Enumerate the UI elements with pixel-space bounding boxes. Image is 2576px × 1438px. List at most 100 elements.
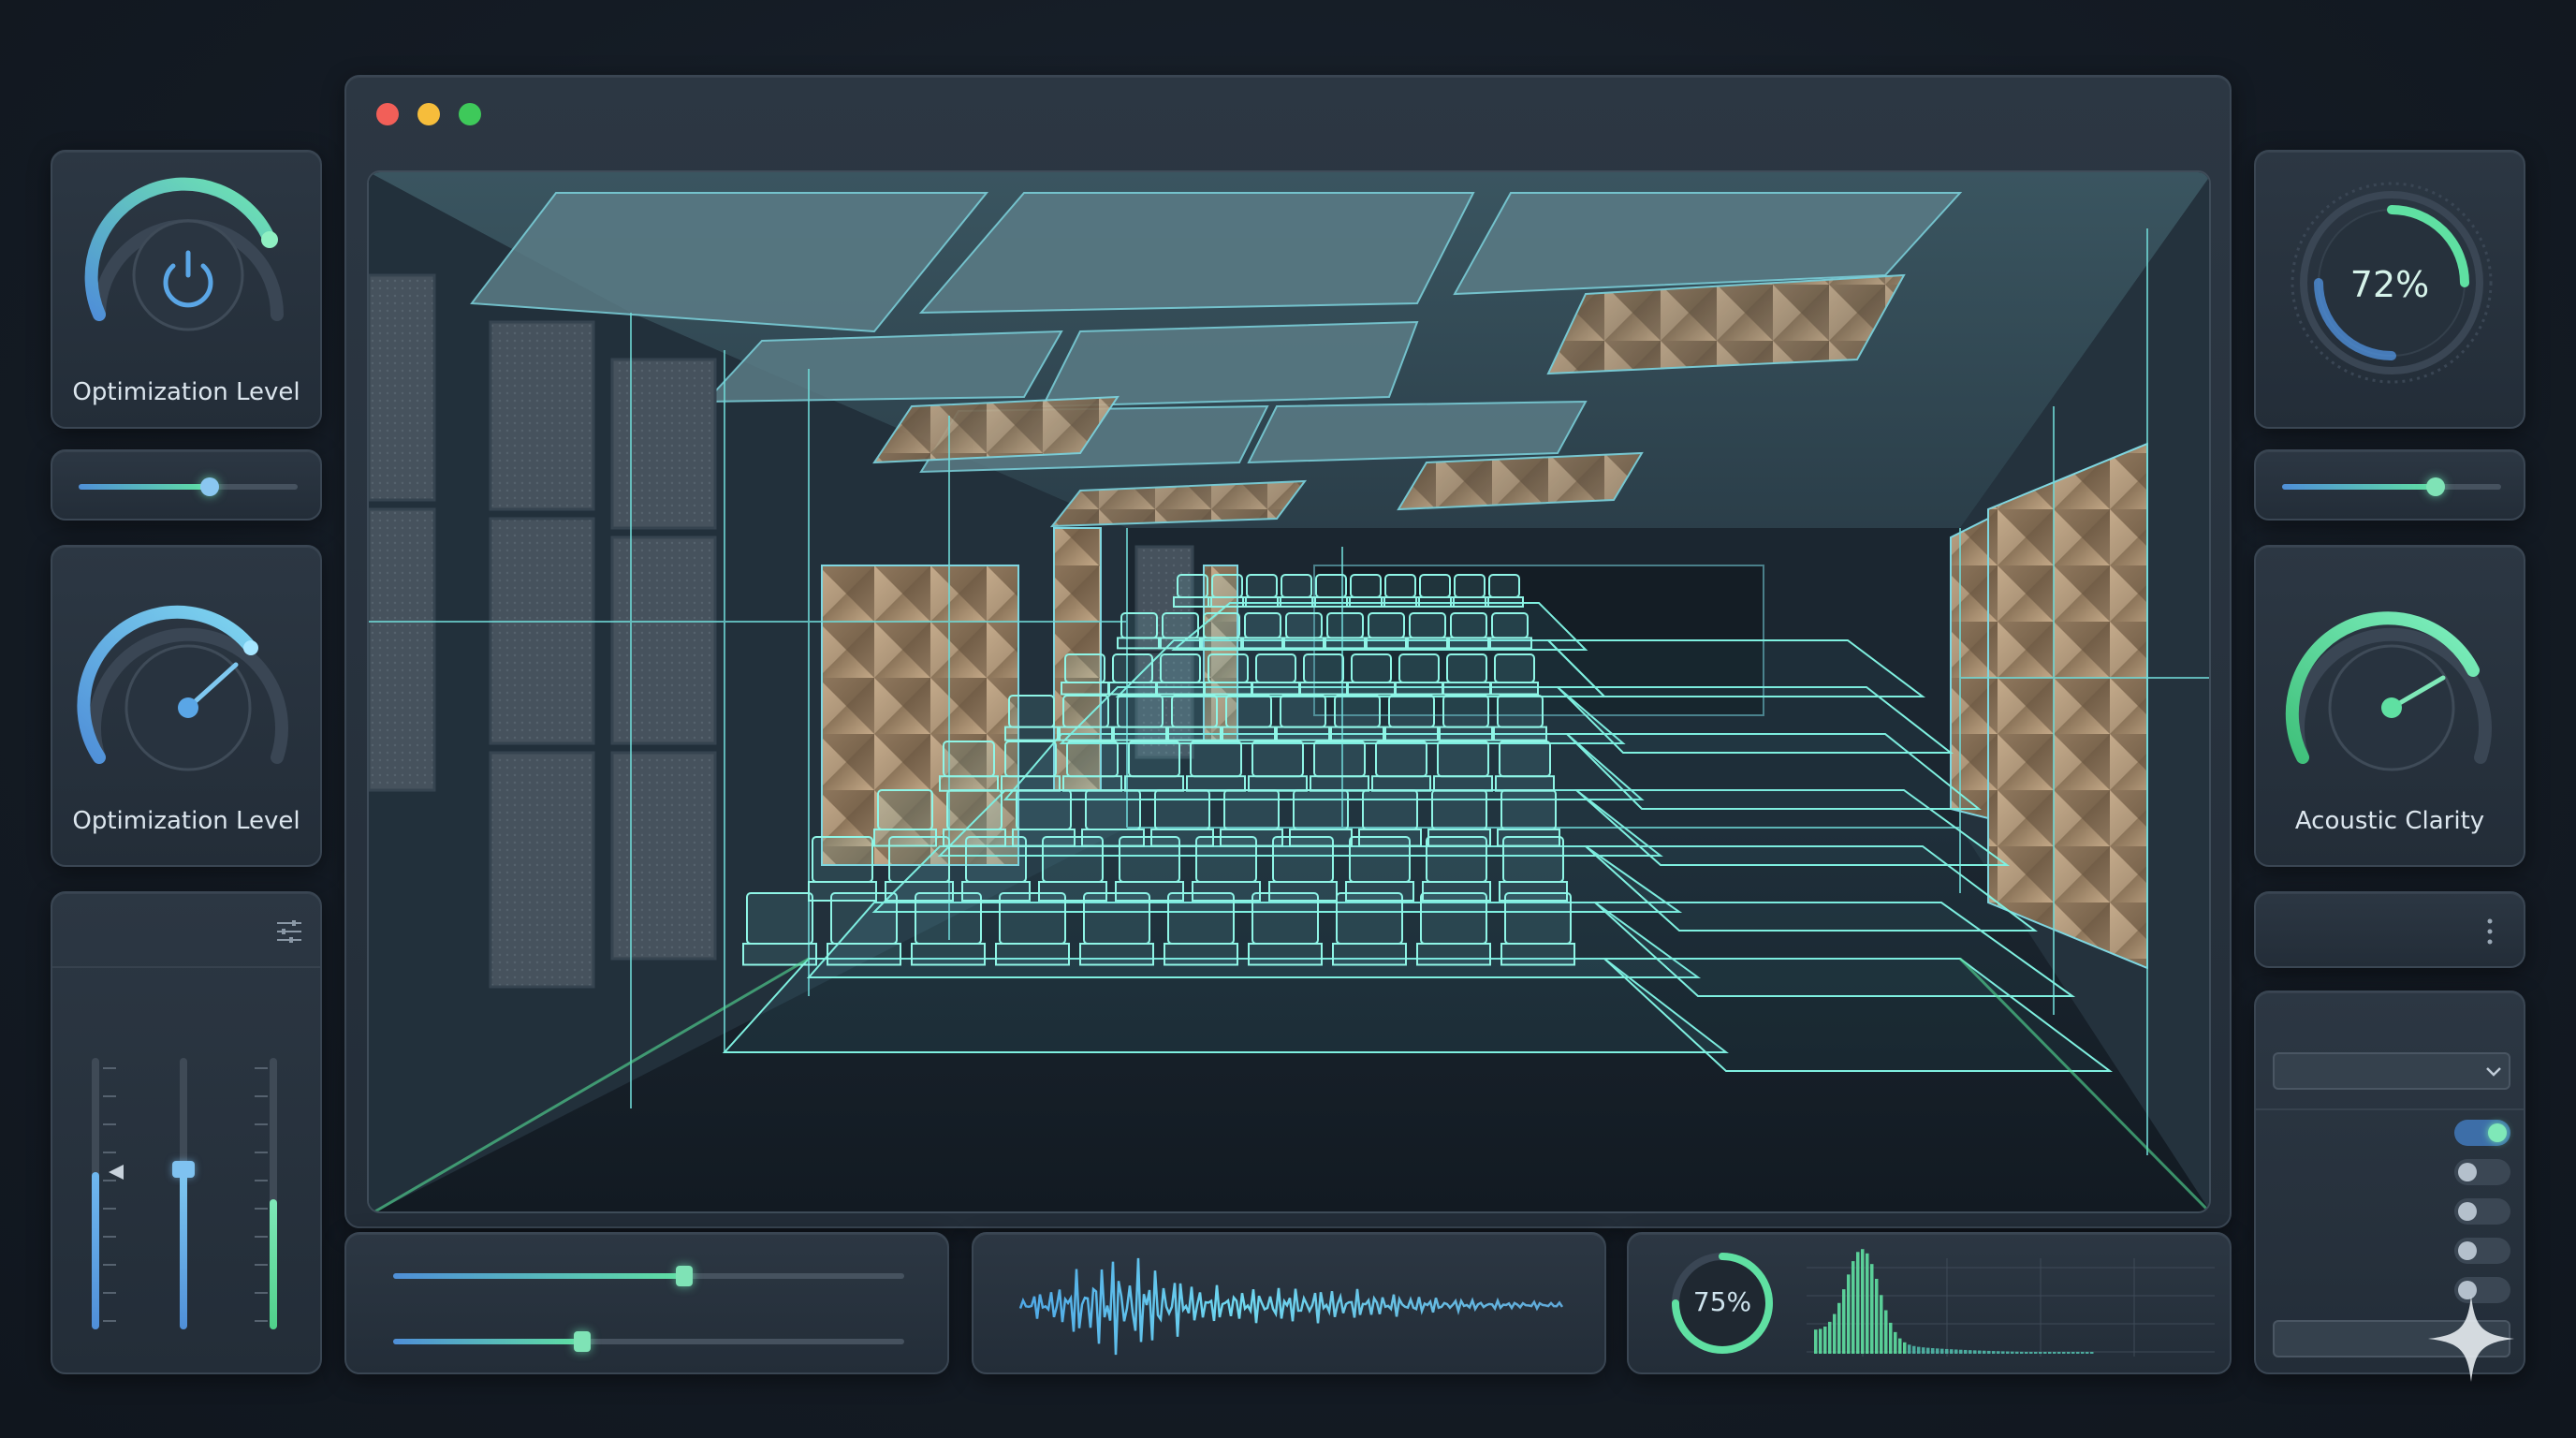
seat-cushion-wireframe [1173, 596, 1212, 608]
histogram-bar [1978, 1350, 1982, 1354]
histogram-bar [1908, 1344, 1911, 1354]
histogram-bar [1889, 1322, 1893, 1354]
mixer-channel-2-handle[interactable] [172, 1161, 195, 1178]
histogram-bar [1894, 1331, 1897, 1354]
theater-3d-viewport[interactable] [367, 170, 2211, 1213]
toggle-4[interactable] [2454, 1238, 2510, 1264]
histogram-bar [1926, 1347, 1930, 1354]
left-slider-handle[interactable] [200, 477, 220, 496]
seat-cushion-wireframe [995, 943, 1070, 966]
mixer-channel-1-marker[interactable] [107, 1163, 125, 1181]
right-slider[interactable] [2282, 477, 2501, 496]
seat-wireframe [1160, 653, 1201, 683]
seat-cushion-wireframe [1012, 829, 1076, 847]
seat-wireframe [1008, 695, 1055, 728]
more-vertical-icon[interactable] [2484, 917, 2496, 946]
histogram-bar [1912, 1345, 1916, 1354]
window-close-button[interactable] [376, 103, 399, 125]
settings-select[interactable] [2273, 1052, 2510, 1090]
seat-wireframe [1303, 653, 1344, 683]
left-slider[interactable] [79, 477, 298, 496]
seat-wireframe [1431, 789, 1487, 830]
seat-cushion-wireframe [1433, 775, 1493, 792]
settings-divider [2256, 1108, 2524, 1110]
toggle-2[interactable] [2454, 1159, 2510, 1185]
seat-cushion-wireframe [1384, 726, 1439, 741]
seat-cushion-wireframe [1001, 775, 1061, 792]
optimization-gauge-panel: Optimization Level [51, 150, 322, 429]
histogram-bar [1983, 1350, 1986, 1354]
histogram-bar [2071, 1352, 2075, 1354]
seat-cushion-wireframe [1277, 596, 1316, 608]
seat-cushion-wireframe [1113, 726, 1167, 741]
right-slider-handle[interactable] [2425, 477, 2445, 496]
acoustic-clarity-panel: Acoustic Clarity [2254, 545, 2525, 867]
seat-cushion-wireframe [1081, 829, 1145, 847]
seat-cushion-wireframe [1158, 637, 1203, 650]
histogram-bar [1973, 1350, 1977, 1354]
toggle-1[interactable] [2454, 1120, 2510, 1146]
seat-wireframe [1293, 789, 1349, 830]
histogram-bar [1833, 1313, 1837, 1354]
mixer-channel-2[interactable] [172, 1058, 200, 1329]
histogram-bar [2043, 1352, 2047, 1354]
histogram-bar [2053, 1352, 2056, 1354]
mixer-channel-3[interactable] [255, 1058, 283, 1329]
window-minimize-button[interactable] [417, 103, 440, 125]
seat-cushion-wireframe [1442, 682, 1491, 696]
histogram-bar [2090, 1352, 2094, 1354]
seat-cushion-wireframe [961, 881, 1031, 902]
seat-cushion-wireframe [1371, 775, 1431, 792]
histogram-bar [1950, 1349, 1954, 1354]
seat-wireframe [1285, 612, 1323, 639]
seat-cushion-wireframe [1345, 881, 1414, 902]
bottom-slider-2[interactable] [393, 1331, 904, 1352]
seat-cushion-wireframe [939, 775, 999, 792]
window-maximize-button[interactable] [459, 103, 481, 125]
seat-cushion-wireframe [1347, 682, 1396, 696]
histogram-bar [1954, 1349, 1958, 1354]
seat-wireframe [943, 741, 995, 778]
seat-cushion-wireframe [1108, 682, 1157, 696]
seat-cushion-wireframe [1346, 596, 1385, 608]
percentage-ring-value: 75% [1692, 1286, 1752, 1317]
seat-wireframe [1326, 612, 1364, 639]
seat-cushion-wireframe [1490, 682, 1539, 696]
seat-wireframe [1064, 653, 1105, 683]
bottom-slider-2-fill [393, 1339, 583, 1344]
seat-cushion-wireframe [1038, 881, 1107, 902]
bottom-slider-1-handle[interactable] [676, 1266, 694, 1286]
histogram-bar [1856, 1252, 1860, 1354]
seat-cushion-wireframe [1364, 637, 1409, 650]
viewport-window [344, 75, 2232, 1228]
histogram-bar [1997, 1351, 2000, 1354]
seat-wireframe [1171, 695, 1218, 728]
optimization-level-label-2: Optimization Level [72, 807, 300, 835]
seat-wireframe [1128, 741, 1180, 778]
histogram-bar [1814, 1329, 1818, 1354]
seat-wireframe [1315, 574, 1347, 598]
seat-cushion-wireframe [1115, 881, 1184, 902]
seat-cushion-wireframe [1332, 943, 1407, 966]
histogram-bar [1940, 1348, 1944, 1354]
seat-wireframe [1494, 653, 1535, 683]
seat-cushion-wireframe [1248, 775, 1308, 792]
seat-wireframe [1062, 695, 1109, 728]
seat-wireframe [1350, 574, 1382, 598]
histogram-bar [1823, 1326, 1827, 1354]
seat-cushion-wireframe [1499, 881, 1568, 902]
histogram-bar [2029, 1352, 2033, 1354]
histogram-bar [1880, 1295, 1883, 1354]
seat-wireframe [1491, 612, 1529, 639]
toggle-3[interactable] [2454, 1198, 2510, 1225]
seat-cushion-wireframe [1450, 596, 1489, 608]
seat-wireframe [1450, 612, 1487, 639]
theater-wireframe-render [369, 172, 2209, 1211]
mixer-channel-1[interactable] [88, 1058, 124, 1329]
seat-cushion-wireframe [1240, 637, 1285, 650]
seat-cushion-wireframe [885, 881, 954, 902]
bottom-slider-1[interactable] [393, 1266, 904, 1286]
sliders-icon[interactable] [275, 919, 303, 944]
bottom-slider-2-handle[interactable] [574, 1331, 592, 1352]
seat-cushion-wireframe [1310, 775, 1369, 792]
